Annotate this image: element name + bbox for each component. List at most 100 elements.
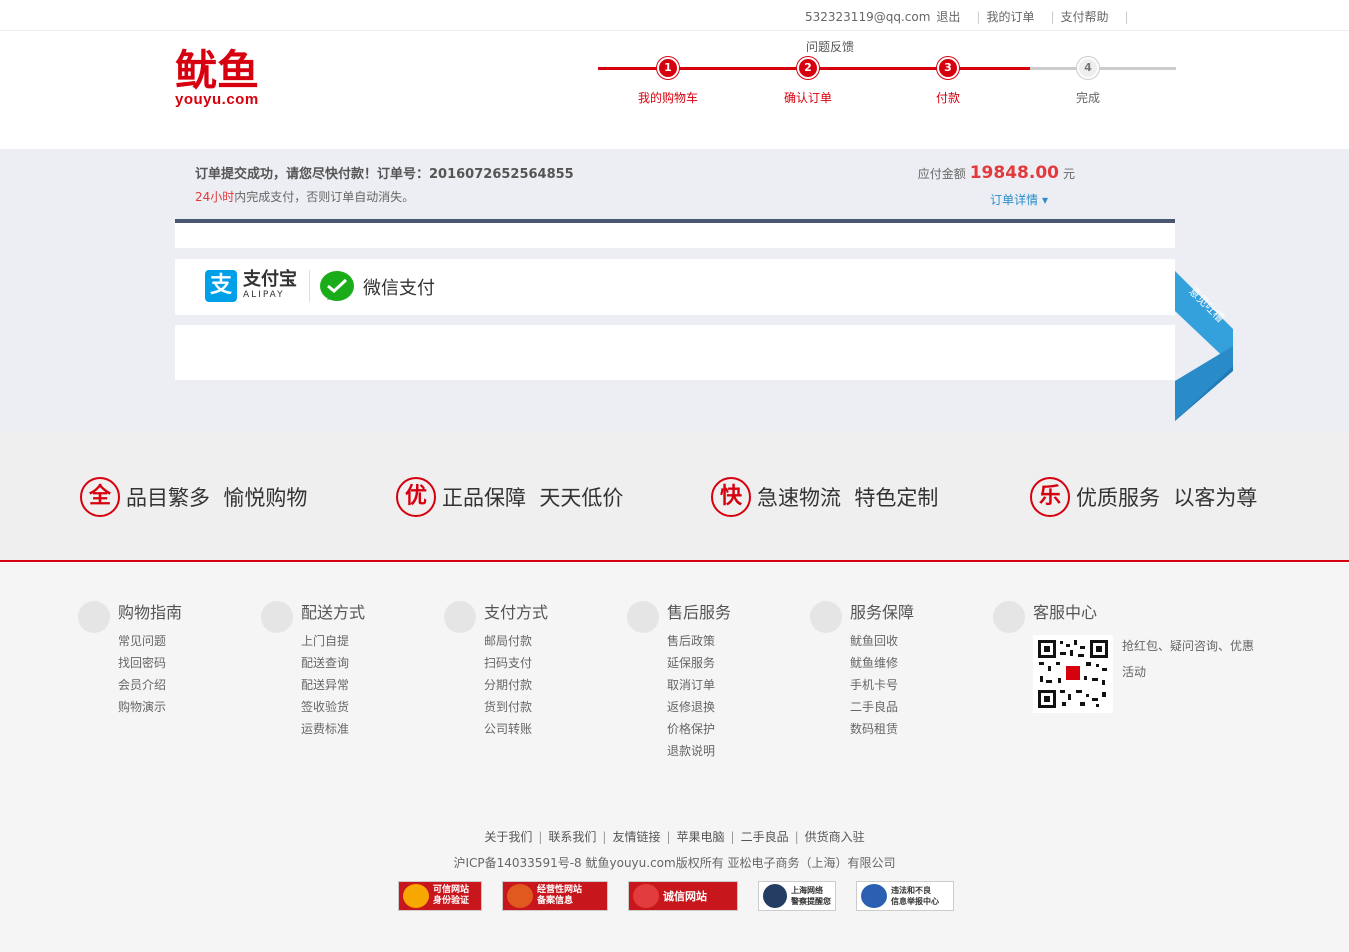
top-bar: 532323119@qq.com 退出 | 我的订单 | 支付帮助 | (0, 0, 1349, 31)
help-link[interactable]: 签收验货 (301, 696, 365, 718)
bottom-link[interactable]: 联系我们 (548, 830, 596, 844)
credit-icon (633, 884, 659, 908)
help-link[interactable]: 扫码支付 (484, 652, 548, 674)
help-link[interactable]: 鱿鱼维修 (850, 652, 914, 674)
time-limit: 24小时 (195, 190, 235, 204)
step-label: 确认订单 (783, 91, 832, 105)
divider: | (794, 830, 799, 844)
feedback-link[interactable]: 问题反馈 (806, 38, 854, 55)
badge-text: 违法和不良 信息举报中心 (891, 886, 939, 906)
help-link[interactable]: 延保服务 (667, 652, 731, 674)
report-center-badge[interactable]: 违法和不良 信息举报中心 (856, 881, 954, 911)
help-link[interactable]: 配送查询 (301, 652, 365, 674)
trusted-site-badge[interactable]: 可信网站 身份验证 (398, 881, 482, 911)
currency: 元 (1062, 167, 1075, 181)
bottom-links: 关于我们 | 联系我们 | 友情链接 | 苹果电脑 | 二手良品 | 供货商入驻 (0, 828, 1349, 845)
help-link[interactable]: 上门自提 (301, 630, 365, 652)
help-link[interactable]: 购物演示 (118, 696, 182, 718)
truck-icon (261, 601, 293, 633)
footer-help: 购物指南 常见问题 找回密码 会员介绍 购物演示 配送方式 上门自提 配送查询 … (0, 563, 1349, 799)
help-link[interactable]: 配送异常 (301, 674, 365, 696)
help-column-guarantee: 服务保障 鱿鱼回收 鱿鱼维修 手机卡号 二手良品 数码租赁 (810, 599, 915, 740)
divider: | (730, 830, 735, 844)
notice-text: 内完成支付，否则订单自动消失。 (234, 190, 415, 204)
seal-icon (403, 884, 429, 908)
top-links: 532323119@qq.com 退出 | 我的订单 | 支付帮助 | (805, 8, 1135, 25)
feature-text: 正品保障 天天低价 (442, 486, 624, 510)
divider: | (1050, 9, 1055, 24)
pay-help-link[interactable]: 支付帮助 (1061, 8, 1109, 25)
police-badge[interactable]: 上海网络 警察提醒您 (758, 881, 836, 911)
user-email[interactable]: 532323119@qq.com (805, 10, 930, 24)
logout-link[interactable]: 退出 (936, 8, 960, 25)
badge-text: 诚信网站 (663, 889, 707, 903)
alipay-icon: 支 (205, 270, 237, 302)
payment-methods: 支 支付宝 ALIPAY 微信支付 (175, 259, 1175, 315)
step-number: 2 (797, 57, 819, 79)
column-title: 服务保障 (850, 603, 915, 622)
checkout-steps: 1 我的购物车 2 确认订单 3 付款 4 完成 (598, 57, 1176, 107)
feature-item: 全 品目繁多 愉悦购物 (80, 477, 307, 517)
step-label: 完成 (1075, 91, 1100, 105)
alipay-option[interactable]: 支 支付宝 ALIPAY (205, 270, 310, 302)
help-link[interactable]: 价格保护 (667, 718, 731, 740)
wechat-icon (319, 270, 355, 304)
alipay-en: ALIPAY (243, 290, 285, 300)
alipay-cn: 支付宝 (243, 269, 297, 290)
help-link[interactable]: 取消订单 (667, 674, 731, 696)
help-link[interactable]: 返修退换 (667, 696, 731, 718)
help-link[interactable]: 鱿鱼回收 (850, 630, 914, 652)
help-link[interactable]: 二手良品 (850, 696, 914, 718)
feature-icon: 全 (80, 477, 120, 517)
amount-label: 应付金额 (917, 167, 966, 181)
feedback-ribbon[interactable]: 意见吐槽 (1175, 271, 1233, 421)
badge-text: 可信网站 身份验证 (433, 885, 470, 906)
help-link[interactable]: 运费标准 (301, 718, 365, 740)
help-link[interactable]: 邮局付款 (484, 630, 548, 652)
help-link[interactable]: 手机卡号 (850, 674, 914, 696)
icp-notice: 沪ICP备14033591号-8 鱿鱼youyu.com版权所有 亚松电子商务（… (453, 856, 896, 870)
help-link[interactable]: 会员介绍 (118, 674, 182, 696)
step-label: 付款 (935, 91, 960, 105)
wallet-icon (444, 601, 476, 633)
help-link[interactable]: 货到付款 (484, 696, 548, 718)
payment-header-bar (175, 219, 1175, 248)
feature-text: 优质服务 以客为尊 (1076, 486, 1258, 510)
business-record-badge[interactable]: 经营性网站 备案信息 (502, 881, 608, 911)
help-link[interactable]: 退款说明 (667, 740, 731, 762)
feature-item: 乐 优质服务 以客为尊 (1030, 477, 1257, 517)
help-link[interactable]: 找回密码 (118, 652, 182, 674)
feature-item: 优 正品保障 天天低价 (396, 477, 623, 517)
trust-badges: 可信网站 身份验证 经营性网站 备案信息 诚信网站 上海网络 警察提醒您 违法和… (398, 881, 954, 911)
help-column-aftersale: 售后服务 售后政策 延保服务 取消订单 返修退换 价格保护 退款说明 (627, 599, 732, 762)
logo[interactable]: 鱿鱼 youyu.com (175, 49, 267, 111)
feature-bar: 全 品目繁多 愉悦购物 优 正品保障 天天低价 快 急速物流 特色定制 乐 优质… (0, 431, 1349, 562)
payment-content (175, 325, 1175, 380)
bottom-link[interactable]: 供货商入驻 (805, 830, 865, 844)
integrity-badge[interactable]: 诚信网站 (628, 881, 738, 911)
help-link[interactable]: 数码租赁 (850, 718, 914, 740)
step-number: 4 (1077, 57, 1099, 79)
help-column-delivery: 配送方式 上门自提 配送查询 配送异常 签收验货 运费标准 (261, 599, 365, 740)
my-orders-link[interactable]: 我的订单 (986, 8, 1034, 25)
divider: | (666, 830, 671, 844)
help-column-payment: 支付方式 邮局付款 扫码支付 分期付款 货到付款 公司转账 (444, 599, 548, 740)
column-title: 售后服务 (667, 603, 732, 622)
police-icon (763, 884, 787, 908)
bottom-link[interactable]: 二手良品 (741, 830, 789, 844)
bottom-link[interactable]: 关于我们 (484, 830, 532, 844)
help-column-guide: 购物指南 常见问题 找回密码 会员介绍 购物演示 (78, 599, 182, 718)
order-detail-toggle[interactable]: 订单详情 ▾ (990, 191, 1048, 208)
badge-text: 经营性网站 备案信息 (537, 885, 583, 906)
wechat-pay-option[interactable]: 微信支付 (319, 270, 435, 304)
help-link[interactable]: 分期付款 (484, 674, 548, 696)
divider: | (1124, 9, 1129, 24)
bottom-link[interactable]: 友情链接 (612, 830, 660, 844)
heart-icon (627, 601, 659, 633)
bottom-link[interactable]: 苹果电脑 (677, 830, 725, 844)
help-link[interactable]: 售后政策 (667, 630, 731, 652)
help-link[interactable]: 常见问题 (118, 630, 182, 652)
step-done: 4 完成 (1048, 57, 1128, 106)
step-number: 3 (937, 57, 959, 79)
help-link[interactable]: 公司转账 (484, 718, 548, 740)
